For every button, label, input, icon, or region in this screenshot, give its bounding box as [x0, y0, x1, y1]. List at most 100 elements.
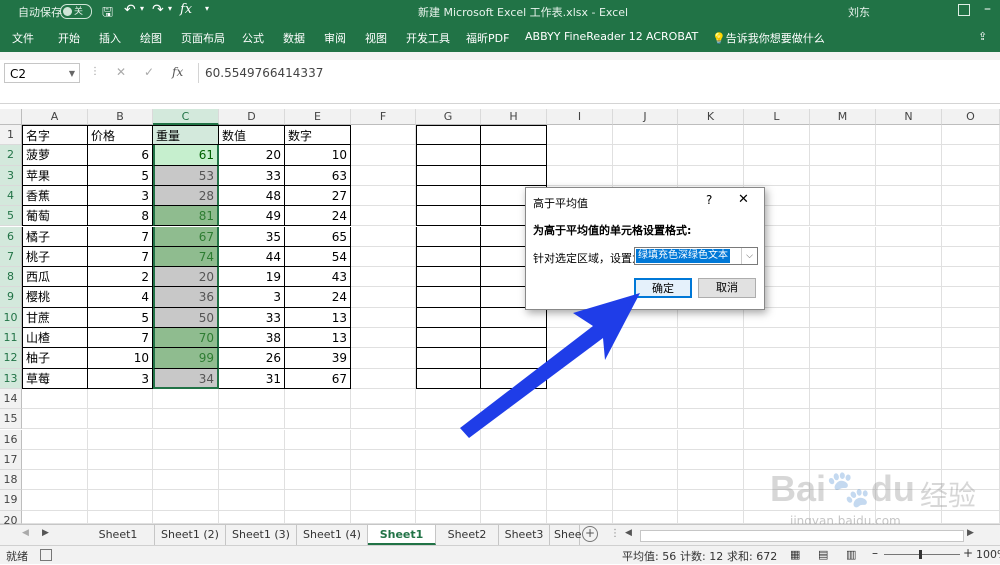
cell[interactable]: [416, 510, 481, 524]
cell[interactable]: [810, 328, 876, 349]
table-row-cell[interactable]: 桃子: [22, 246, 88, 268]
cell[interactable]: [351, 165, 416, 186]
cell[interactable]: [810, 267, 876, 288]
cell[interactable]: [285, 388, 351, 410]
table-row-cell[interactable]: 67: [153, 226, 219, 247]
table-row-cell[interactable]: 10: [285, 145, 351, 166]
tab-draw[interactable]: 绘图: [140, 30, 162, 46]
cell[interactable]: [876, 287, 942, 308]
table-row-cell[interactable]: 3: [219, 287, 285, 308]
cell[interactable]: [88, 388, 153, 410]
cell[interactable]: [678, 328, 744, 349]
cell[interactable]: [88, 449, 153, 471]
cell[interactable]: [678, 368, 744, 389]
cell[interactable]: [876, 307, 942, 328]
cell[interactable]: [219, 470, 285, 491]
column-header-h[interactable]: H: [481, 109, 547, 125]
table-row-cell[interactable]: 6: [88, 145, 153, 166]
cell[interactable]: [613, 490, 678, 511]
cell[interactable]: [810, 429, 876, 450]
cell[interactable]: [678, 510, 744, 524]
cell[interactable]: [351, 246, 416, 268]
cell[interactable]: [942, 125, 1000, 146]
table-row-cell[interactable]: 草莓: [22, 368, 88, 389]
page-layout-view-icon[interactable]: ▤: [818, 548, 828, 561]
cell[interactable]: [876, 226, 942, 247]
zoom-slider[interactable]: [884, 550, 960, 559]
row-header-13[interactable]: 13: [0, 368, 22, 389]
cell[interactable]: [678, 388, 744, 410]
cell[interactable]: [88, 490, 153, 511]
cell[interactable]: [88, 470, 153, 491]
table-row-cell[interactable]: 7: [88, 246, 153, 268]
cell[interactable]: [416, 470, 481, 491]
table-row-cell[interactable]: 28: [153, 185, 219, 207]
table-row-cell[interactable]: 81: [153, 206, 219, 227]
cell[interactable]: [219, 490, 285, 511]
table-row-cell[interactable]: 24: [285, 287, 351, 308]
table-row-cell[interactable]: 10: [88, 348, 153, 369]
table-row-cell[interactable]: 36: [153, 287, 219, 308]
cell[interactable]: [547, 125, 613, 146]
table-row-cell[interactable]: 39: [285, 348, 351, 369]
cell[interactable]: [351, 287, 416, 308]
cell[interactable]: [942, 348, 1000, 369]
cell[interactable]: [744, 165, 810, 186]
cell[interactable]: [481, 490, 547, 511]
table-row-cell[interactable]: 99: [153, 348, 219, 369]
cell[interactable]: [942, 328, 1000, 349]
table-row-cell[interactable]: 7: [88, 328, 153, 349]
table-row-cell[interactable]: 5: [88, 165, 153, 186]
cell[interactable]: [810, 246, 876, 268]
cell[interactable]: [876, 125, 942, 146]
sheet-tab[interactable]: Sheet1 (4): [297, 525, 368, 545]
table-row-cell[interactable]: 49: [219, 206, 285, 227]
row-header-6[interactable]: 6: [0, 226, 22, 247]
row-header-17[interactable]: 17: [0, 449, 22, 471]
cell[interactable]: [942, 185, 1000, 207]
table-header-cell[interactable]: 价格: [88, 125, 153, 146]
column-header-f[interactable]: F: [351, 109, 416, 125]
column-header-b[interactable]: B: [88, 109, 153, 125]
cell[interactable]: [547, 145, 613, 166]
fx-icon[interactable]: fx: [180, 2, 192, 17]
table-header-cell[interactable]: 重量: [153, 125, 219, 146]
table-row-cell[interactable]: 43: [285, 267, 351, 288]
cell[interactable]: [678, 490, 744, 511]
table-header-cell[interactable]: 数字: [285, 125, 351, 146]
redo-icon[interactable]: ↷: [152, 2, 164, 18]
table-row-cell[interactable]: 31: [219, 368, 285, 389]
cell[interactable]: [351, 449, 416, 471]
cell[interactable]: [942, 409, 1000, 430]
table-row-cell[interactable]: 38: [219, 328, 285, 349]
cell[interactable]: [416, 206, 481, 227]
hscroll-left-icon[interactable]: ◀: [625, 528, 632, 538]
cell[interactable]: [416, 490, 481, 511]
cell[interactable]: [481, 449, 547, 471]
sheet-tab[interactable]: Shee: [550, 525, 582, 545]
chevron-down-icon[interactable]: ▾: [140, 4, 144, 13]
zoom-level[interactable]: 100%: [976, 548, 1000, 561]
table-row-cell[interactable]: 橘子: [22, 226, 88, 247]
tab-acrobat[interactable]: ACROBAT: [646, 30, 698, 43]
cell[interactable]: [351, 348, 416, 369]
tab-insert[interactable]: 插入: [99, 30, 121, 46]
cell[interactable]: [351, 307, 416, 328]
cell[interactable]: [481, 125, 547, 146]
hscroll-right-icon[interactable]: ▶: [967, 528, 974, 538]
cell[interactable]: [219, 409, 285, 430]
cell[interactable]: [153, 449, 219, 471]
table-row-cell[interactable]: 61: [153, 145, 219, 166]
cell[interactable]: [942, 267, 1000, 288]
row-header-9[interactable]: 9: [0, 287, 22, 308]
column-header-o[interactable]: O: [942, 109, 1000, 125]
cell[interactable]: [351, 206, 416, 227]
cell[interactable]: [351, 328, 416, 349]
cell[interactable]: [481, 470, 547, 491]
table-row-cell[interactable]: 苹果: [22, 165, 88, 186]
tab-foxit-pdf[interactable]: 福昕PDF: [466, 30, 509, 46]
cell[interactable]: [876, 165, 942, 186]
cell[interactable]: [942, 145, 1000, 166]
cell[interactable]: [876, 206, 942, 227]
cell[interactable]: [547, 470, 613, 491]
